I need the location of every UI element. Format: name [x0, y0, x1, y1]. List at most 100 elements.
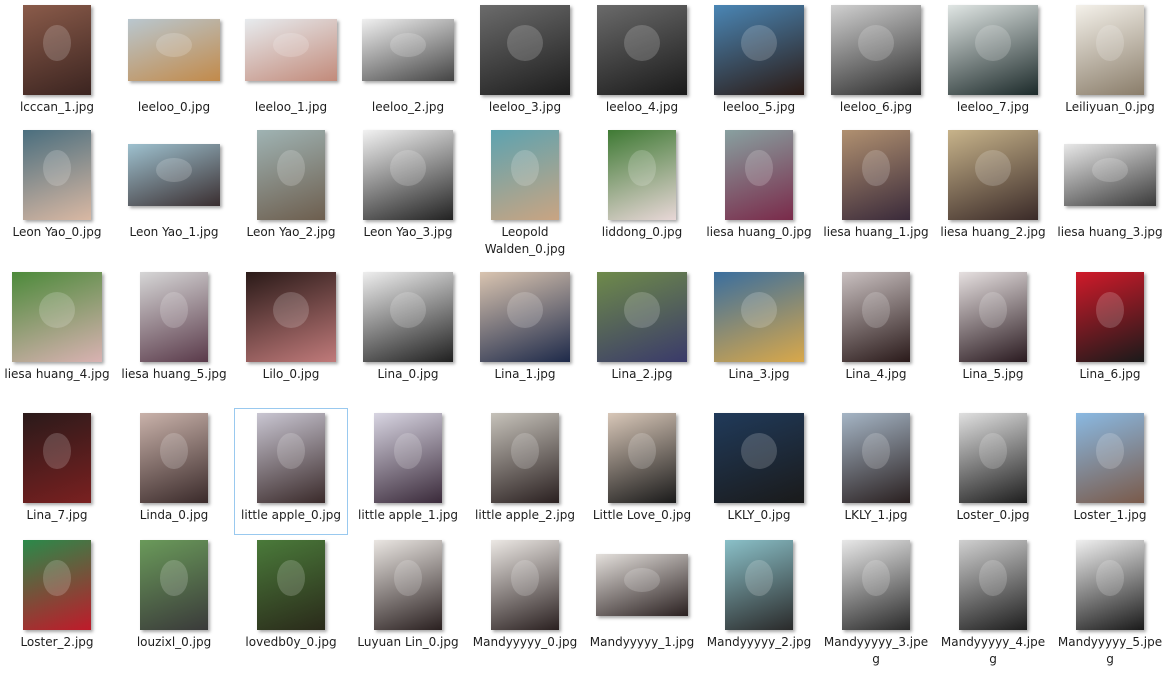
image-thumbnail[interactable]	[831, 5, 921, 95]
file-item[interactable]: Mandyyyyy_4.jpeg	[936, 535, 1050, 675]
image-thumbnail[interactable]	[842, 272, 910, 362]
image-thumbnail[interactable]	[1076, 5, 1144, 95]
image-thumbnail[interactable]	[140, 272, 208, 362]
image-thumbnail[interactable]	[1064, 144, 1156, 206]
file-item[interactable]: lcccan_1.jpg	[0, 0, 114, 125]
image-thumbnail[interactable]	[362, 19, 454, 81]
file-item[interactable]: liesa huang_1.jpg	[819, 125, 933, 267]
image-thumbnail[interactable]	[246, 272, 336, 362]
file-item[interactable]: liesa huang_4.jpg	[0, 267, 114, 408]
image-thumbnail[interactable]	[842, 413, 910, 503]
file-item[interactable]: liddong_0.jpg	[585, 125, 699, 267]
image-thumbnail[interactable]	[480, 5, 570, 95]
image-thumbnail[interactable]	[23, 413, 91, 503]
image-thumbnail[interactable]	[959, 272, 1027, 362]
image-thumbnail[interactable]	[842, 540, 910, 630]
image-thumbnail[interactable]	[374, 413, 442, 503]
image-thumbnail[interactable]	[725, 130, 793, 220]
image-thumbnail[interactable]	[12, 272, 102, 362]
file-item[interactable]: lovedb0y_0.jpg	[234, 535, 348, 675]
file-item[interactable]: Loster_1.jpg	[1053, 408, 1167, 535]
image-thumbnail[interactable]	[959, 413, 1027, 503]
file-item[interactable]: louzixl_0.jpg	[117, 535, 231, 675]
file-item[interactable]: Lina_1.jpg	[468, 267, 582, 408]
image-thumbnail[interactable]	[257, 413, 325, 503]
file-item[interactable]: liesa huang_3.jpg	[1053, 125, 1167, 267]
file-item[interactable]: leeloo_1.jpg	[234, 0, 348, 125]
file-item[interactable]: leeloo_0.jpg	[117, 0, 231, 125]
file-item[interactable]: liesa huang_0.jpg	[702, 125, 816, 267]
file-item[interactable]: Leon Yao_2.jpg	[234, 125, 348, 267]
image-thumbnail[interactable]	[363, 272, 453, 362]
file-item[interactable]: Lina_3.jpg	[702, 267, 816, 408]
file-item[interactable]: Lina_2.jpg	[585, 267, 699, 408]
file-item[interactable]: LKLY_1.jpg	[819, 408, 933, 535]
file-item[interactable]: leeloo_6.jpg	[819, 0, 933, 125]
image-thumbnail[interactable]	[491, 540, 559, 630]
file-item[interactable]: Leopold Walden_0.jpg	[468, 125, 582, 267]
file-item[interactable]: Lina_0.jpg	[351, 267, 465, 408]
file-item[interactable]: Little Love_0.jpg	[585, 408, 699, 535]
image-thumbnail[interactable]	[948, 5, 1038, 95]
file-item[interactable]: leeloo_7.jpg	[936, 0, 1050, 125]
image-thumbnail[interactable]	[257, 540, 325, 630]
image-thumbnail[interactable]	[491, 413, 559, 503]
file-item[interactable]: leeloo_5.jpg	[702, 0, 816, 125]
image-thumbnail[interactable]	[128, 19, 220, 81]
image-thumbnail[interactable]	[842, 130, 910, 220]
file-item[interactable]: Lina_4.jpg	[819, 267, 933, 408]
image-thumbnail[interactable]	[725, 540, 793, 630]
file-item[interactable]: Loster_2.jpg	[0, 535, 114, 675]
file-item[interactable]: liesa huang_2.jpg	[936, 125, 1050, 267]
image-thumbnail[interactable]	[596, 554, 688, 616]
file-item[interactable]: Mandyyyyy_2.jpg	[702, 535, 816, 675]
image-thumbnail[interactable]	[374, 540, 442, 630]
file-item[interactable]: Lilo_0.jpg	[234, 267, 348, 408]
image-thumbnail[interactable]	[140, 540, 208, 630]
file-item[interactable]: Leon Yao_0.jpg	[0, 125, 114, 267]
image-thumbnail[interactable]	[714, 5, 804, 95]
image-thumbnail[interactable]	[140, 413, 208, 503]
image-thumbnail[interactable]	[1076, 413, 1144, 503]
file-item[interactable]: Leiliyuan_0.jpg	[1053, 0, 1167, 125]
file-item[interactable]: liesa huang_5.jpg	[117, 267, 231, 408]
image-thumbnail[interactable]	[23, 540, 91, 630]
file-item[interactable]: Leon Yao_3.jpg	[351, 125, 465, 267]
file-item[interactable]: leeloo_4.jpg	[585, 0, 699, 125]
image-thumbnail[interactable]	[959, 540, 1027, 630]
file-item[interactable]: Loster_0.jpg	[936, 408, 1050, 535]
file-item[interactable]: LKLY_0.jpg	[702, 408, 816, 535]
image-thumbnail[interactable]	[948, 130, 1038, 220]
file-item[interactable]: little apple_2.jpg	[468, 408, 582, 535]
file-item[interactable]: leeloo_3.jpg	[468, 0, 582, 125]
file-item[interactable]: Mandyyyyy_3.jpeg	[819, 535, 933, 675]
image-thumbnail[interactable]	[714, 413, 804, 503]
image-thumbnail[interactable]	[597, 5, 687, 95]
image-thumbnail[interactable]	[480, 272, 570, 362]
file-item[interactable]: little apple_0.jpg	[234, 408, 348, 535]
image-thumbnail[interactable]	[23, 130, 91, 220]
image-thumbnail[interactable]	[491, 130, 559, 220]
file-item[interactable]: Mandyyyyy_5.jpeg	[1053, 535, 1167, 675]
file-item[interactable]: Mandyyyyy_1.jpg	[585, 535, 699, 675]
image-thumbnail[interactable]	[363, 130, 453, 220]
file-item[interactable]: Lina_7.jpg	[0, 408, 114, 535]
file-item[interactable]: Linda_0.jpg	[117, 408, 231, 535]
image-thumbnail[interactable]	[128, 144, 220, 206]
image-thumbnail[interactable]	[257, 130, 325, 220]
image-thumbnail[interactable]	[23, 5, 91, 95]
image-thumbnail[interactable]	[714, 272, 804, 362]
file-item[interactable]: leeloo_2.jpg	[351, 0, 465, 125]
image-thumbnail[interactable]	[608, 413, 676, 503]
image-thumbnail[interactable]	[1076, 272, 1144, 362]
image-thumbnail[interactable]	[597, 272, 687, 362]
image-thumbnail[interactable]	[608, 130, 676, 220]
file-item[interactable]: little apple_1.jpg	[351, 408, 465, 535]
file-item[interactable]: Lina_5.jpg	[936, 267, 1050, 408]
file-item[interactable]: Leon Yao_1.jpg	[117, 125, 231, 267]
file-item[interactable]: Lina_6.jpg	[1053, 267, 1167, 408]
image-thumbnail[interactable]	[1076, 540, 1144, 630]
image-thumbnail[interactable]	[245, 19, 337, 81]
file-item[interactable]: Mandyyyyy_0.jpg	[468, 535, 582, 675]
file-item[interactable]: Luyuan Lin_0.jpg	[351, 535, 465, 675]
